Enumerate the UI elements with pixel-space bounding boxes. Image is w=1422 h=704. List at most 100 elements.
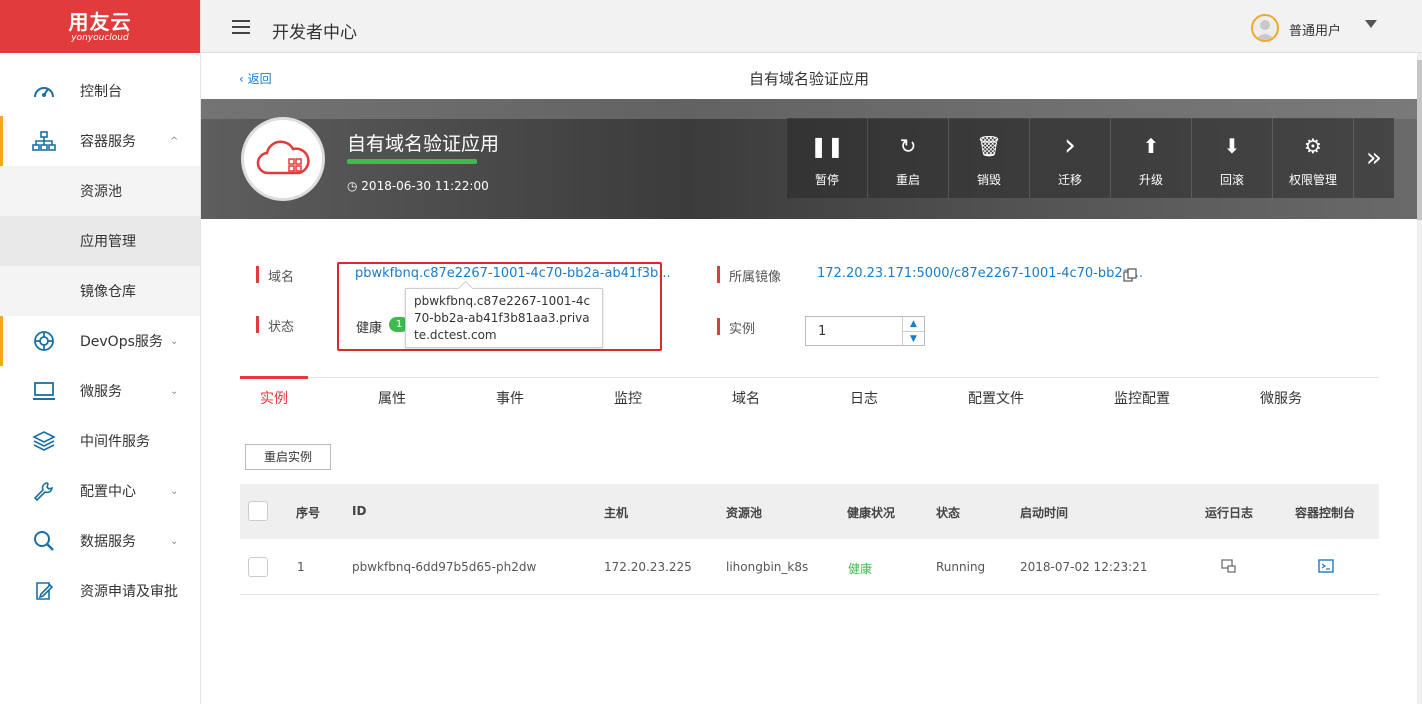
increment-button[interactable]: ▲ bbox=[903, 317, 924, 331]
destroy-button[interactable]: 🗑 销毁 bbox=[949, 118, 1030, 198]
upgrade-icon: ⬆ bbox=[1142, 134, 1160, 158]
restart-instance-button[interactable]: 重启实例 bbox=[245, 444, 331, 470]
active-tab-indicator bbox=[240, 376, 308, 379]
row-id: pbwkfbnq-6dd97b5d65-ph2dw bbox=[352, 560, 537, 574]
avatar[interactable] bbox=[1251, 14, 1279, 42]
col-pool: 资源池 bbox=[726, 506, 763, 520]
tab-logs[interactable]: 日志 bbox=[850, 388, 878, 408]
logo-brand: 用友云 bbox=[68, 9, 132, 34]
sidebar-item-label: DevOps服务 bbox=[80, 334, 163, 350]
page-title: 开发者中心 bbox=[272, 23, 357, 43]
tab-instances[interactable]: 实例 bbox=[260, 388, 288, 408]
search-icon bbox=[34, 531, 54, 551]
chevron-down-icon: ⌄ bbox=[170, 385, 179, 397]
sidebar-item-data-service[interactable]: 数据服务 ⌄ bbox=[0, 516, 200, 566]
row-checkbox[interactable] bbox=[248, 557, 268, 577]
tab-microservice[interactable]: 微服务 bbox=[1260, 388, 1302, 408]
scrollbar-thumb[interactable] bbox=[1417, 60, 1422, 220]
user-gear-icon: ⚙ bbox=[1304, 134, 1322, 158]
console-icon[interactable] bbox=[1318, 559, 1334, 573]
domain-tooltip: pbwkfbnq.c87e2267-1001-4c70-bb2a-ab41f3b… bbox=[405, 288, 603, 348]
tab-config-files[interactable]: 配置文件 bbox=[968, 388, 1024, 408]
sidebar-item-label: 控制台 bbox=[80, 84, 122, 100]
layers-icon bbox=[32, 431, 56, 451]
table-header: 序号 ID 主机 资源池 健康状况 状态 启动时间 运行日志 容器控制台 bbox=[240, 484, 1379, 539]
sidebar-item-label: 容器服务 bbox=[80, 134, 136, 150]
row-host-link[interactable]: 172.20.23.225 bbox=[604, 560, 692, 574]
logo-sub: yonyoucloud bbox=[71, 32, 129, 43]
sidebar-item-container[interactable]: 容器服务 ^ bbox=[0, 116, 200, 166]
chevron-right-icon: › bbox=[1064, 128, 1076, 163]
sidebar-item-label: 中间件服务 bbox=[80, 434, 150, 450]
select-all-checkbox[interactable] bbox=[248, 501, 268, 521]
tab-monitoring[interactable]: 监控 bbox=[614, 388, 642, 408]
migrate-button[interactable]: › 迁移 bbox=[1030, 118, 1111, 198]
tab-domains[interactable]: 域名 bbox=[732, 388, 760, 408]
permission-button[interactable]: ⚙ 权限管理 bbox=[1273, 118, 1354, 198]
instance-stepper[interactable]: 1 ▲ ▼ bbox=[805, 316, 925, 346]
double-chevron-right-icon: » bbox=[1366, 143, 1382, 173]
row-index: 1 bbox=[297, 560, 305, 574]
edit-doc-icon bbox=[36, 582, 54, 600]
hierarchy-icon bbox=[32, 131, 56, 151]
menu-icon[interactable] bbox=[232, 20, 250, 34]
sidebar-item-dashboard[interactable]: 控制台 bbox=[0, 66, 200, 116]
row-pool: lihongbin_k8s bbox=[726, 560, 809, 574]
col-start-time: 启动时间 bbox=[1020, 506, 1069, 520]
app-name: 自有域名验证应用 bbox=[347, 133, 500, 155]
sidebar-item-resource-approval[interactable]: 资源申请及审批 bbox=[0, 566, 200, 616]
app-health-bar bbox=[347, 159, 477, 164]
app-created-time: ◷ 2018-06-30 11:22:00 bbox=[347, 179, 489, 193]
copy-icon[interactable] bbox=[1123, 268, 1137, 282]
row-start-time: 2018-07-02 12:23:21 bbox=[1020, 560, 1148, 574]
chevron-down-icon: ⌄ bbox=[170, 335, 179, 347]
restart-button[interactable]: ↻ 重启 bbox=[868, 118, 949, 198]
image-link[interactable]: 172.20.23.171:5000/c87e2267-1001-4c70-bb… bbox=[817, 266, 1143, 281]
app-cloud-icon bbox=[241, 117, 325, 201]
sidebar-item-label: 微服务 bbox=[80, 384, 122, 400]
topbar: 开发者中心 普通用户 bbox=[201, 0, 1422, 53]
pause-icon: ❚❚ bbox=[810, 134, 844, 158]
user-name[interactable]: 普通用户 bbox=[1289, 20, 1341, 39]
laptop-icon bbox=[33, 382, 55, 400]
pause-button[interactable]: ❚❚ 暂停 bbox=[787, 118, 868, 198]
tab-events[interactable]: 事件 bbox=[496, 388, 524, 408]
col-host: 主机 bbox=[604, 506, 629, 520]
chevron-down-icon: ⌄ bbox=[170, 485, 179, 497]
tab-monitor-config[interactable]: 监控配置 bbox=[1114, 388, 1170, 408]
logo[interactable]: 用友云 yonyoucloud bbox=[0, 0, 200, 53]
rollback-icon: ⬇ bbox=[1223, 134, 1241, 158]
sidebar-item-label: 配置中心 bbox=[80, 484, 136, 500]
decrement-button[interactable]: ▼ bbox=[903, 331, 924, 345]
chevron-down-icon: ⌄ bbox=[170, 535, 179, 547]
run-log-icon[interactable] bbox=[1221, 559, 1237, 573]
col-console: 容器控制台 bbox=[1295, 506, 1356, 520]
sidebar-item-image-repo[interactable]: 镜像仓库 bbox=[0, 266, 200, 316]
status-label: 状态 bbox=[256, 316, 294, 335]
col-id: ID bbox=[352, 504, 367, 518]
wrench-icon bbox=[33, 482, 53, 502]
app-banner: 自有域名验证应用 ◷ 2018-06-30 11:22:00 ❚❚ 暂停 ↻ 重启 … bbox=[201, 99, 1417, 219]
sidebar-item-app-management[interactable]: 应用管理 bbox=[0, 216, 200, 266]
upgrade-button[interactable]: ⬆ 升级 bbox=[1111, 118, 1192, 198]
tab-properties[interactable]: 属性 bbox=[378, 388, 406, 408]
back-link[interactable]: ‹ 返回 bbox=[239, 70, 272, 87]
rollback-button[interactable]: ⬇ 回滚 bbox=[1192, 118, 1273, 198]
clock-icon: ◷ bbox=[347, 179, 362, 193]
sidebar-item-resource-pool[interactable]: 资源池 bbox=[0, 166, 200, 216]
subheader: 自有域名验证应用 ‹ 返回 bbox=[201, 53, 1417, 99]
col-run-log: 运行日志 bbox=[1205, 506, 1254, 520]
sidebar-item-config-center[interactable]: 配置中心 ⌄ bbox=[0, 466, 200, 516]
tab-bar: 实例 属性 事件 监控 域名 日志 配置文件 监控配置 微服务 bbox=[240, 376, 1379, 412]
instance-label: 实例 bbox=[717, 318, 755, 337]
sidebar-item-devops[interactable]: DevOps服务 ⌄ bbox=[0, 316, 200, 366]
instance-count[interactable]: 1 bbox=[818, 324, 826, 339]
app-detail-title: 自有域名验证应用 bbox=[748, 70, 869, 88]
sidebar-item-microservice[interactable]: 微服务 ⌄ bbox=[0, 366, 200, 416]
user-menu-caret-icon[interactable] bbox=[1365, 20, 1377, 28]
col-index: 序号 bbox=[296, 506, 321, 520]
sidebar-item-label: 镜像仓库 bbox=[80, 284, 136, 300]
col-health: 健康状况 bbox=[847, 506, 896, 520]
sidebar-item-middleware[interactable]: 中间件服务 bbox=[0, 416, 200, 466]
more-actions-button[interactable]: » bbox=[1354, 118, 1394, 198]
